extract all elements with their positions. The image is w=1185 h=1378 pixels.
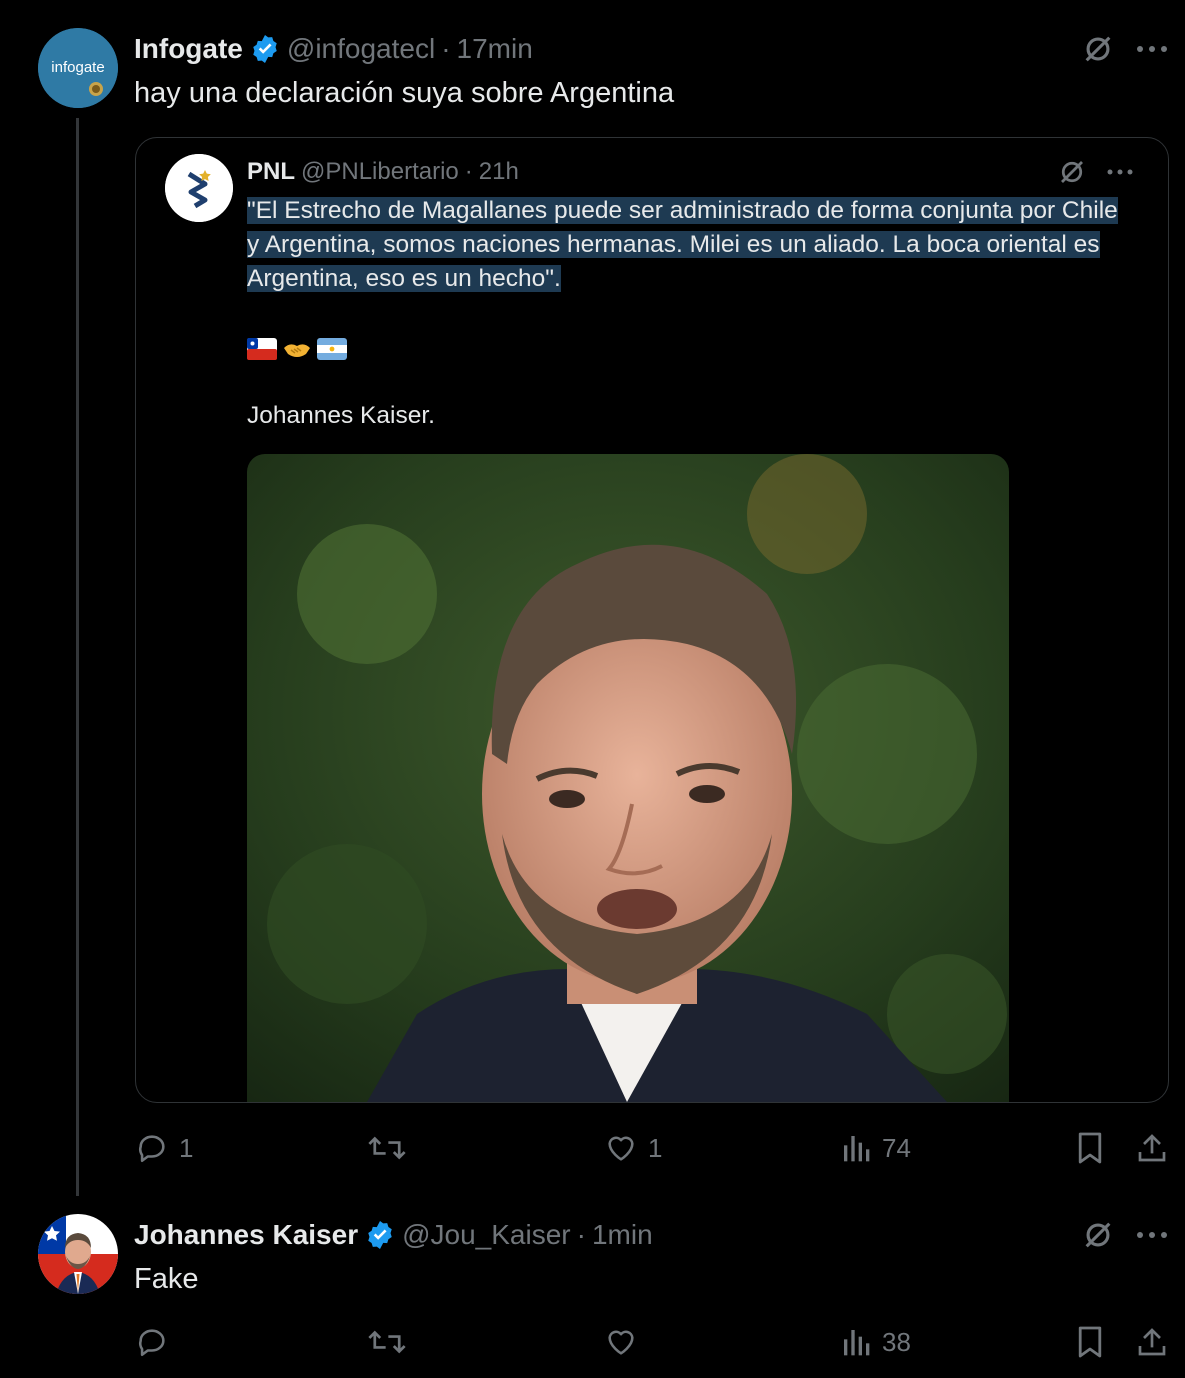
thread-line bbox=[76, 118, 79, 1196]
infogate-logo-icon: infogate bbox=[38, 28, 118, 108]
tweet-text: Fake bbox=[134, 1263, 199, 1295]
verified-badge-icon bbox=[253, 35, 277, 63]
timestamp[interactable]: 1min bbox=[592, 1219, 653, 1251]
grok-icon bbox=[1061, 161, 1083, 183]
quoted-tweet[interactable]: PNL @PNLibertario · 21h "El Estrecho de … bbox=[135, 137, 1169, 1103]
bookmark-button[interactable] bbox=[1070, 1322, 1110, 1362]
reply-icon bbox=[139, 1135, 165, 1163]
grok-icon bbox=[1085, 36, 1111, 62]
avatar-infogate[interactable]: infogate bbox=[38, 28, 118, 108]
reply-icon bbox=[139, 1329, 165, 1357]
heart-icon bbox=[608, 1330, 634, 1355]
retweet-icon bbox=[368, 1136, 406, 1160]
quoted-grok-button[interactable] bbox=[1054, 154, 1090, 190]
retweet-icon bbox=[368, 1330, 406, 1354]
quoted-signature: Johannes Kaiser. bbox=[247, 402, 435, 429]
like-button[interactable] bbox=[604, 1322, 648, 1362]
quoted-header: PNL @PNLibertario · 21h bbox=[247, 154, 519, 190]
author-name[interactable]: Infogate bbox=[134, 33, 243, 65]
views-button[interactable]: 38 bbox=[840, 1322, 911, 1362]
author-handle[interactable]: @infogatecl bbox=[287, 33, 435, 65]
views-chart-icon bbox=[844, 1330, 870, 1356]
share-icon bbox=[1138, 1134, 1166, 1162]
more-dots-icon bbox=[1137, 1232, 1167, 1238]
author-name[interactable]: Johannes Kaiser bbox=[134, 1219, 358, 1251]
quoted-timestamp[interactable]: 21h bbox=[479, 158, 519, 186]
more-dots-icon bbox=[1137, 46, 1167, 52]
timestamp[interactable]: 17min bbox=[457, 33, 533, 65]
heart-icon bbox=[608, 1136, 634, 1161]
handshake-icon bbox=[284, 344, 310, 357]
reply-button[interactable] bbox=[135, 1322, 179, 1362]
grok-button[interactable] bbox=[1078, 29, 1118, 69]
views-chart-icon bbox=[844, 1136, 870, 1162]
grok-button[interactable] bbox=[1078, 1215, 1118, 1255]
like-count: 1 bbox=[648, 1132, 663, 1163]
retweet-button[interactable] bbox=[368, 1128, 416, 1168]
separator-dot: · bbox=[464, 158, 473, 185]
argentina-flag-icon bbox=[317, 338, 347, 360]
avatar-kaiser[interactable] bbox=[38, 1214, 118, 1294]
highlighted-text: "El Estrecho de Magallanes puede ser adm… bbox=[247, 197, 1118, 292]
pnl-logo-icon bbox=[165, 154, 233, 222]
share-button[interactable] bbox=[1132, 1128, 1172, 1168]
author-handle[interactable]: @Jou_Kaiser bbox=[402, 1219, 571, 1251]
more-options-button[interactable] bbox=[1132, 29, 1172, 69]
views-count: 38 bbox=[882, 1326, 911, 1357]
reply-count: 1 bbox=[179, 1132, 194, 1163]
portrait-image bbox=[247, 454, 1009, 1102]
separator-dot: · bbox=[576, 1219, 586, 1250]
views-button[interactable]: 74 bbox=[840, 1128, 911, 1168]
quoted-text: "El Estrecho de Magallanes puede ser adm… bbox=[247, 194, 1127, 296]
quoted-photo[interactable] bbox=[247, 454, 1009, 1102]
quoted-author-name[interactable]: PNL bbox=[247, 158, 295, 186]
kaiser-avatar-image bbox=[38, 1214, 118, 1294]
bookmark-icon bbox=[1078, 1326, 1102, 1358]
tweet-header: Johannes Kaiser @Jou_Kaiser · 1min bbox=[134, 1216, 653, 1254]
separator-dot: · bbox=[441, 33, 451, 64]
svg-text:infogate: infogate bbox=[51, 59, 104, 76]
verified-badge-icon bbox=[368, 1221, 392, 1249]
more-dots-icon bbox=[1107, 169, 1133, 175]
reply-button[interactable]: 1 bbox=[135, 1128, 193, 1168]
chile-flag-icon bbox=[247, 338, 277, 360]
avatar-pnl[interactable] bbox=[165, 154, 233, 222]
quoted-author-handle[interactable]: @PNLibertario bbox=[301, 158, 459, 186]
grok-icon bbox=[1085, 1222, 1111, 1248]
share-button[interactable] bbox=[1132, 1322, 1172, 1362]
bookmark-button[interactable] bbox=[1070, 1128, 1110, 1168]
tweet-text: hay una declaración suya sobre Argentina bbox=[134, 77, 675, 109]
views-count: 74 bbox=[882, 1132, 911, 1163]
quoted-more-options-button[interactable] bbox=[1102, 154, 1138, 190]
emoji-row bbox=[247, 336, 347, 362]
tweet-header: Infogate @infogatecl · 17min bbox=[134, 30, 533, 68]
like-button[interactable]: 1 bbox=[604, 1128, 662, 1168]
bookmark-icon bbox=[1078, 1132, 1102, 1164]
retweet-button[interactable] bbox=[368, 1322, 416, 1362]
more-options-button[interactable] bbox=[1132, 1215, 1172, 1255]
share-icon bbox=[1138, 1328, 1166, 1356]
